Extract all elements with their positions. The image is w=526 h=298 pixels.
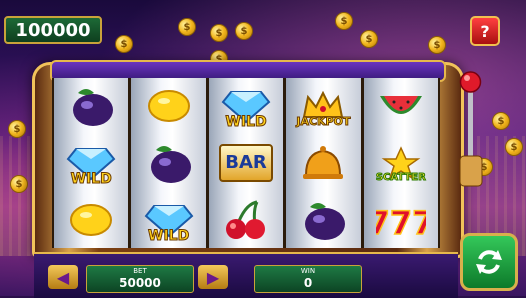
reel-4: JACKPOT [286, 78, 361, 248]
scatter-star-symbol: SCATTER [366, 137, 436, 189]
coin-icon: $ [178, 18, 196, 36]
coin-icon: $ [8, 120, 26, 138]
refresh-icon [476, 250, 502, 274]
win-panel: WIN 0 [254, 265, 362, 293]
coin-icon: $ [360, 30, 378, 48]
jackpot-crown-symbol: JACKPOT [288, 80, 358, 132]
reel-5: SCATTER 777 [363, 78, 439, 248]
wild-diamond-symbol: WILD [56, 137, 126, 189]
coin-icon: $ [210, 24, 228, 42]
coin-icon: $ [235, 22, 253, 40]
coin-icon: $ [10, 175, 28, 193]
plum-symbol [288, 194, 358, 246]
lemon-symbol [56, 194, 126, 246]
wild-diamond-symbol: WILD [134, 194, 204, 246]
win-label: WIN [300, 267, 316, 275]
bet-decrease-button[interactable]: ◀ [48, 265, 78, 289]
reel-1: WILD [54, 78, 129, 248]
reel-3: WILD BAR [208, 78, 284, 248]
lemon-symbol [134, 80, 204, 132]
bar-symbol: BAR [211, 137, 281, 189]
bet-label: BET [133, 267, 147, 275]
help-button[interactable]: ? [470, 16, 500, 46]
arrow-left-icon: ◀ [56, 267, 70, 287]
coin-icon: $ [115, 35, 133, 53]
win-value: 0 [303, 276, 313, 290]
plum-symbol [134, 137, 204, 189]
wild-diamond-symbol: WILD [211, 80, 281, 132]
svg-text:777: 777 [376, 204, 426, 240]
bet-value: 50000 [119, 276, 161, 290]
cherry-symbol [211, 194, 281, 246]
reels-area: WILD WILD WILD BAR JACKPOT SCATTER 777 [52, 78, 440, 248]
slot-lever[interactable] [458, 70, 484, 194]
bet-increase-button[interactable]: ▶ [198, 265, 228, 289]
coin-icon: $ [428, 36, 446, 54]
spin-button[interactable] [460, 233, 518, 291]
plum-symbol [56, 80, 126, 132]
bar-label: BAR [219, 143, 274, 182]
coin-icon: $ [492, 112, 510, 130]
coin-icon: $ [335, 12, 353, 30]
watermelon-symbol [366, 80, 436, 132]
coin-icon: $ [505, 138, 523, 156]
bet-panel: BET 50000 [86, 265, 194, 293]
arrow-right-icon: ▶ [206, 267, 220, 287]
seven-symbol: 777 [366, 194, 436, 246]
bell-symbol [288, 137, 358, 189]
balance-display: 100000 [4, 16, 102, 44]
reel-2: WILD [131, 78, 206, 248]
